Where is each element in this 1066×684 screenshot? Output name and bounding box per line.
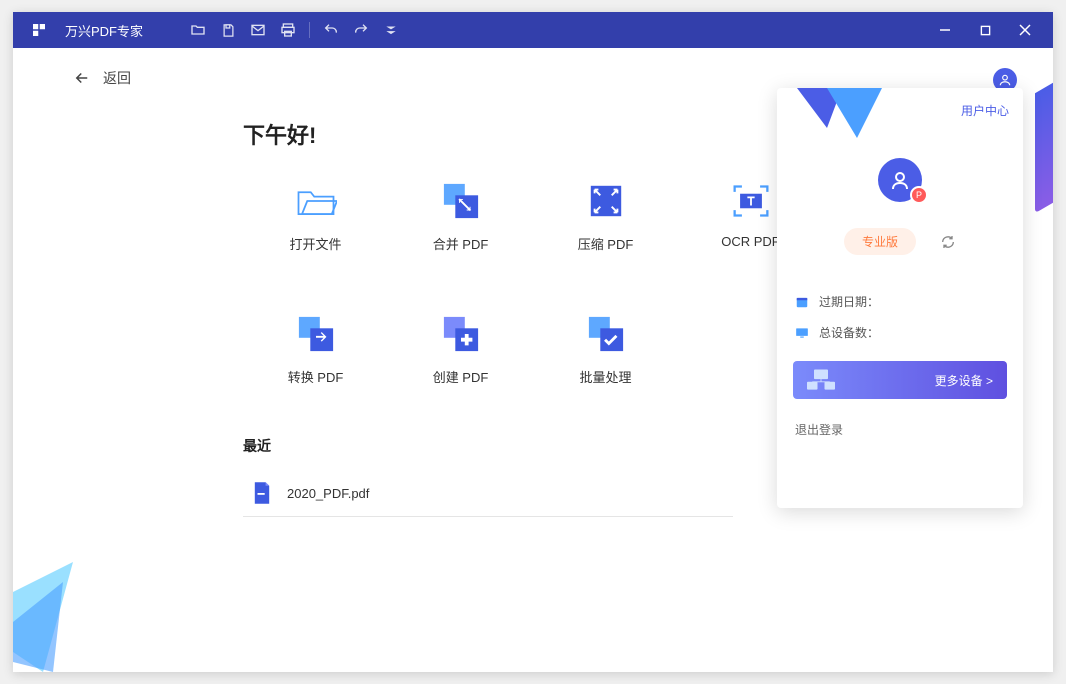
- recent-title: 最近: [243, 436, 733, 456]
- action-label: 批量处理: [579, 367, 631, 386]
- action-label: 打开文件: [289, 234, 341, 253]
- panel-decoration: [797, 88, 887, 143]
- devices-icon: [807, 369, 835, 391]
- titlebar: 万兴PDF专家: [13, 12, 1053, 48]
- maximize-button[interactable]: [965, 12, 1005, 48]
- devices-row: 总设备数：: [795, 324, 1005, 341]
- pdf-file-icon: [253, 482, 273, 504]
- devices-label: 总设备数：: [819, 324, 879, 341]
- recent-item[interactable]: 2020_PDF.pdf: [243, 474, 733, 517]
- logout-link[interactable]: 退出登录: [795, 421, 1005, 438]
- content-area: 返回 下午好! 打开文件 合并 PDF: [13, 48, 1053, 672]
- actions-grid: 打开文件 合并 PDF 压缩 PDF OCR PDF: [243, 180, 823, 386]
- avatar-wrap: P: [777, 158, 1023, 202]
- create-icon: [440, 313, 482, 355]
- back-label[interactable]: 返回: [103, 68, 131, 88]
- more-devices-button[interactable]: 更多设备 >: [793, 361, 1007, 399]
- recent-section: 最近 2020_PDF.pdf: [243, 436, 733, 517]
- save-button[interactable]: [213, 12, 243, 48]
- app-window: 万兴PDF专家: [13, 12, 1053, 672]
- expiry-label: 过期日期：: [819, 293, 879, 310]
- batch-icon: [585, 313, 627, 355]
- action-label: 压缩 PDF: [578, 234, 634, 253]
- refresh-icon[interactable]: [940, 234, 956, 250]
- toolbar-separator: [309, 22, 310, 38]
- convert-icon: [295, 313, 337, 355]
- action-batch[interactable]: 批量处理: [533, 313, 678, 386]
- action-label: 转换 PDF: [288, 367, 344, 386]
- user-panel: 用户中心 P 专业版 过期日期：: [777, 88, 1023, 508]
- plan-badge: P: [910, 186, 928, 204]
- merge-icon: [440, 180, 482, 222]
- action-merge-pdf[interactable]: 合并 PDF: [388, 180, 533, 253]
- folder-open-icon: [295, 180, 337, 222]
- app-logo-icon: [29, 20, 49, 40]
- window-controls: [925, 12, 1045, 48]
- action-label: OCR PDF: [721, 234, 780, 249]
- ocr-icon: [730, 180, 772, 222]
- user-center-link[interactable]: 用户中心: [961, 102, 1009, 119]
- action-compress-pdf[interactable]: 压缩 PDF: [533, 180, 678, 253]
- redo-button[interactable]: [346, 12, 376, 48]
- calendar-icon: [795, 295, 809, 309]
- open-folder-button[interactable]: [183, 12, 213, 48]
- print-button[interactable]: [273, 12, 303, 48]
- back-arrow-icon[interactable]: [73, 69, 91, 87]
- action-label: 创建 PDF: [433, 367, 489, 386]
- plan-pill[interactable]: 专业版: [844, 228, 916, 255]
- minimize-button[interactable]: [925, 12, 965, 48]
- info-rows: 过期日期： 总设备数：: [795, 293, 1005, 341]
- corner-decoration: [13, 562, 83, 672]
- expiry-row: 过期日期：: [795, 293, 1005, 310]
- more-menu-button[interactable]: [376, 12, 406, 48]
- compress-icon: [585, 180, 627, 222]
- more-devices-label: 更多设备 >: [935, 372, 993, 389]
- app-title: 万兴PDF专家: [65, 21, 143, 40]
- action-label: 合并 PDF: [433, 234, 489, 253]
- action-open-file[interactable]: 打开文件: [243, 180, 388, 253]
- action-create-pdf[interactable]: 创建 PDF: [388, 313, 533, 386]
- undo-button[interactable]: [316, 12, 346, 48]
- recent-item-name: 2020_PDF.pdf: [287, 486, 369, 501]
- close-button[interactable]: [1005, 12, 1045, 48]
- monitor-icon: [795, 326, 809, 340]
- mail-button[interactable]: [243, 12, 273, 48]
- action-convert-pdf[interactable]: 转换 PDF: [243, 313, 388, 386]
- plan-row: 专业版: [777, 228, 1023, 255]
